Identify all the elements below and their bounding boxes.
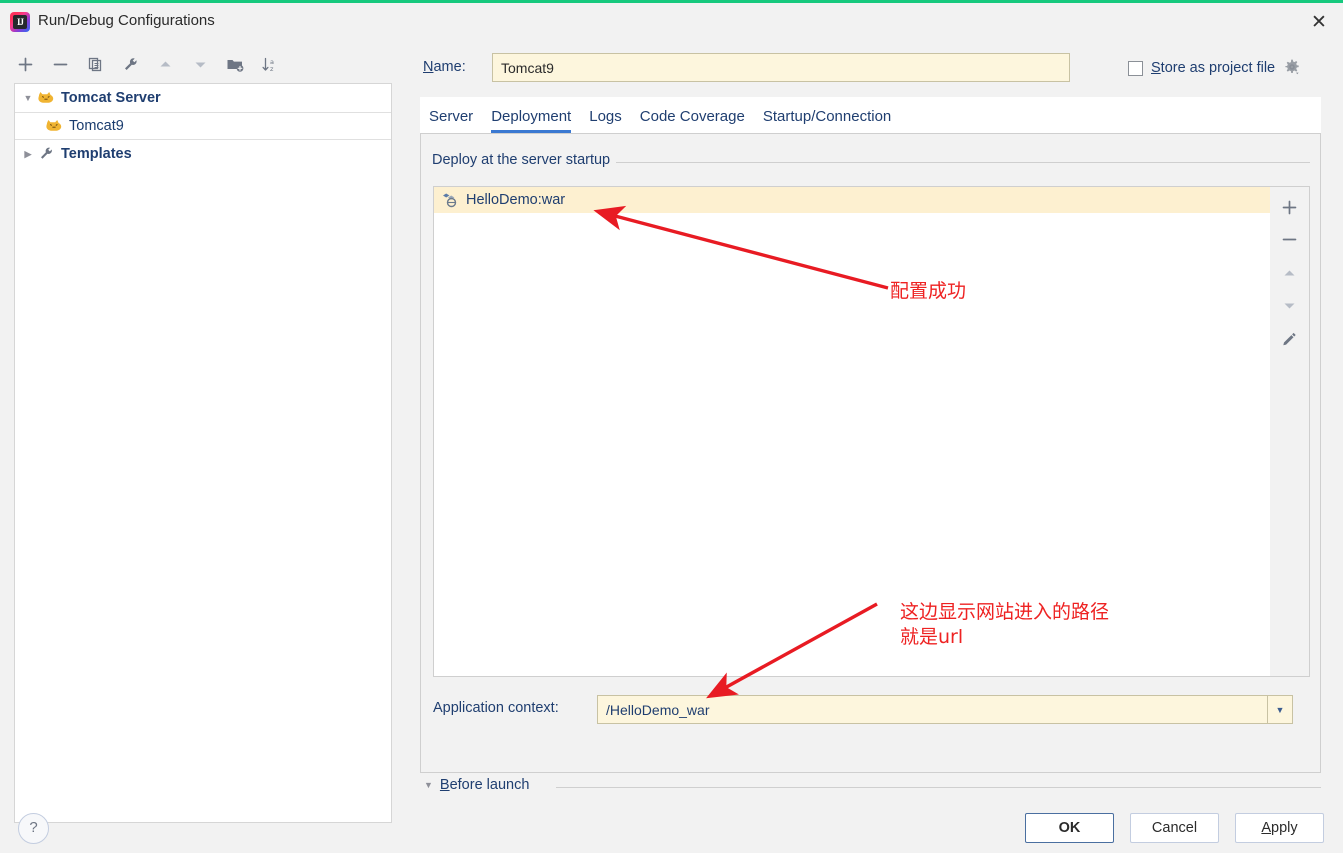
add-configuration-button[interactable] — [12, 51, 38, 77]
tree-item-label: Templates — [61, 146, 132, 162]
artifact-icon — [443, 193, 457, 208]
remove-artifact-button[interactable] — [1275, 223, 1305, 255]
tree-item-templates[interactable]: ▶ Templates — [15, 140, 391, 168]
application-context-input[interactable] — [598, 696, 1267, 723]
move-up-button[interactable] — [152, 51, 178, 77]
tree-item-label: Tomcat9 — [69, 118, 124, 134]
close-icon[interactable]: ✕ — [1305, 9, 1333, 35]
tomcat-cat-icon — [38, 92, 54, 103]
intellij-logo-text: IJ — [13, 15, 27, 29]
edit-templates-wrench-icon[interactable] — [117, 51, 143, 77]
tree-item-tomcat9[interactable]: Tomcat9 — [15, 112, 391, 140]
configurations-tree: ▼ Tomcat Server Tomcat9 ▶ Templates — [14, 83, 392, 823]
expand-triangle-right-icon[interactable]: ▶ — [19, 149, 37, 160]
name-label: Name: — [423, 59, 466, 75]
store-as-project-file-label[interactable]: Store as project file — [1151, 60, 1275, 76]
apply-button[interactable]: Apply — [1235, 813, 1324, 843]
tab-code-coverage[interactable]: Code Coverage — [631, 108, 754, 133]
application-context-label: Application context: — [433, 700, 559, 716]
store-as-project-file-checkbox[interactable] — [1128, 60, 1143, 76]
tab-logs[interactable]: Logs — [580, 108, 631, 133]
title-bar: IJ Run/Debug Configurations ✕ — [0, 3, 1343, 41]
tree-item-label: Tomcat Server — [61, 90, 161, 106]
run-debug-configurations-dialog: IJ Run/Debug Configurations ✕ a z ▼ Tomc… — [0, 0, 1343, 853]
configurations-toolbar: a z — [12, 47, 392, 81]
copy-configuration-button[interactable] — [82, 51, 108, 77]
help-button[interactable]: ? — [18, 813, 49, 844]
expand-triangle-down-icon[interactable]: ▼ — [19, 93, 37, 103]
svg-text:z: z — [270, 65, 274, 73]
move-artifact-down-button[interactable] — [1275, 289, 1305, 321]
dialog-title: Run/Debug Configurations — [38, 12, 215, 29]
wrench-icon — [41, 147, 52, 159]
expand-triangle-down-icon[interactable]: ▼ — [424, 780, 433, 790]
remove-configuration-button[interactable] — [47, 51, 73, 77]
deployment-item-label: HelloDemo:war — [466, 192, 566, 208]
gear-icon[interactable] — [1283, 58, 1303, 78]
add-artifact-button[interactable] — [1275, 191, 1305, 223]
ok-button[interactable]: OK — [1025, 813, 1114, 843]
edit-artifact-pencil-icon[interactable] — [1275, 323, 1305, 355]
chevron-down-icon[interactable]: ▼ — [1267, 696, 1292, 723]
application-context-field[interactable]: ▼ — [597, 695, 1293, 724]
before-launch-section[interactable]: ▼ Before launch — [424, 777, 529, 793]
new-folder-button[interactable] — [222, 51, 248, 77]
tab-startup-connection[interactable]: Startup/Connection — [754, 108, 900, 133]
store-as-project-file-row: Store as project file — [1128, 58, 1303, 78]
config-tabs: Server Deployment Logs Code Coverage Sta… — [420, 97, 1321, 133]
tab-server[interactable]: Server — [420, 108, 482, 133]
intellij-logo-icon: IJ — [10, 12, 30, 32]
deploy-group-label: Deploy at the server startup — [432, 152, 617, 168]
deployment-list[interactable]: HelloDemo:war — [433, 186, 1270, 677]
sort-alphabetically-button[interactable]: a z — [257, 51, 283, 77]
move-artifact-up-button[interactable] — [1275, 257, 1305, 289]
tree-item-tomcat-server[interactable]: ▼ Tomcat Server — [15, 84, 391, 112]
before-launch-separator — [556, 787, 1321, 788]
before-launch-label: Before launch — [439, 777, 530, 793]
tomcat-cat-icon — [46, 120, 62, 131]
cancel-button[interactable]: Cancel — [1130, 813, 1219, 843]
deployment-list-item[interactable]: HelloDemo:war — [434, 187, 1270, 213]
tab-deployment[interactable]: Deployment — [482, 108, 580, 133]
move-down-button[interactable] — [187, 51, 213, 77]
deployment-list-actions — [1270, 186, 1310, 677]
name-input[interactable] — [492, 53, 1070, 82]
